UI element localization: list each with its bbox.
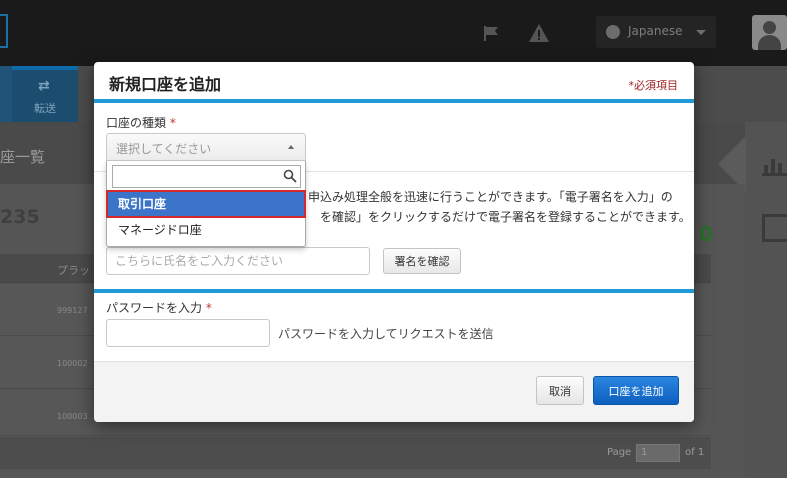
account-number: 999127 (57, 306, 88, 315)
modal-title: 新規口座を追加 (109, 75, 222, 94)
globe-icon (606, 25, 620, 39)
chevron-up-icon (288, 145, 294, 149)
language-label: Japanese (628, 24, 683, 38)
password-input[interactable] (106, 319, 270, 347)
nav-item-previous[interactable] (0, 66, 12, 122)
nav-item-label: 転送 (34, 102, 56, 115)
full-name-input[interactable] (106, 247, 370, 275)
description-line: 申込み処理全般を迅速に行うことができます。「電子署名を入力」の (308, 190, 673, 204)
search-icon (283, 169, 297, 183)
account-type-select[interactable]: 選択してください (106, 133, 306, 161)
password-section: パスワードを入力 * パスワードを入力してリクエストを送信 (94, 293, 694, 361)
account-number: 100003 (57, 412, 88, 421)
page-total: of 1 (685, 447, 705, 458)
chevron-down-icon (696, 30, 706, 35)
required-star: * (169, 116, 176, 130)
pagination: Page 1 of 1 (0, 437, 711, 469)
select-placeholder: 選択してください (116, 142, 212, 156)
nav-item-transfer[interactable]: ⇄ 転送 (12, 66, 78, 122)
green-value: 0 (699, 222, 713, 246)
user-icon (763, 21, 776, 34)
password-label: パスワードを入力 * (106, 301, 212, 315)
flag-icon[interactable] (482, 24, 500, 42)
bar-chart-icon[interactable] (762, 156, 787, 176)
dropdown-option-managed-account[interactable]: マネージドロ座 (108, 218, 304, 242)
section-title: 座一覧 (0, 148, 46, 166)
language-selector[interactable]: Japanese (596, 16, 716, 48)
account-type-dropdown: 取引口座 マネージドロ座 (106, 161, 306, 247)
add-widget-icon[interactable] (762, 214, 787, 242)
logo[interactable] (0, 14, 8, 48)
verify-signature-button[interactable]: 署名を確認 (383, 248, 461, 274)
balance-value: 235 (0, 206, 40, 228)
transfer-arrows-icon: ⇄ (38, 78, 50, 94)
required-fields-note: *必須項目 (628, 79, 679, 92)
dropdown-search-input[interactable] (112, 165, 301, 188)
page-number-input[interactable]: 1 (636, 444, 680, 462)
add-account-button[interactable]: 口座を追加 (593, 376, 679, 405)
cancel-button[interactable]: 取消 (536, 376, 584, 405)
column-header-platform: プラッ (57, 264, 90, 277)
description-line: を確認」をクリックするだけで電子署名を登録することができます。 (320, 210, 691, 224)
avatar[interactable] (752, 15, 787, 50)
modal-header: 新規口座を追加 *必須項目 (94, 62, 694, 103)
dropdown-option-trading-account[interactable]: 取引口座 (106, 190, 306, 218)
warning-icon[interactable] (528, 22, 550, 44)
password-hint: パスワードを入力してリクエストを送信 (278, 327, 494, 341)
required-star: * (205, 301, 212, 315)
account-number: 100002 (57, 359, 88, 368)
modal-footer: 取消 口座を追加 (94, 361, 694, 422)
account-type-label: 口座の種類 * (106, 116, 176, 130)
page-label: Page (607, 447, 632, 458)
